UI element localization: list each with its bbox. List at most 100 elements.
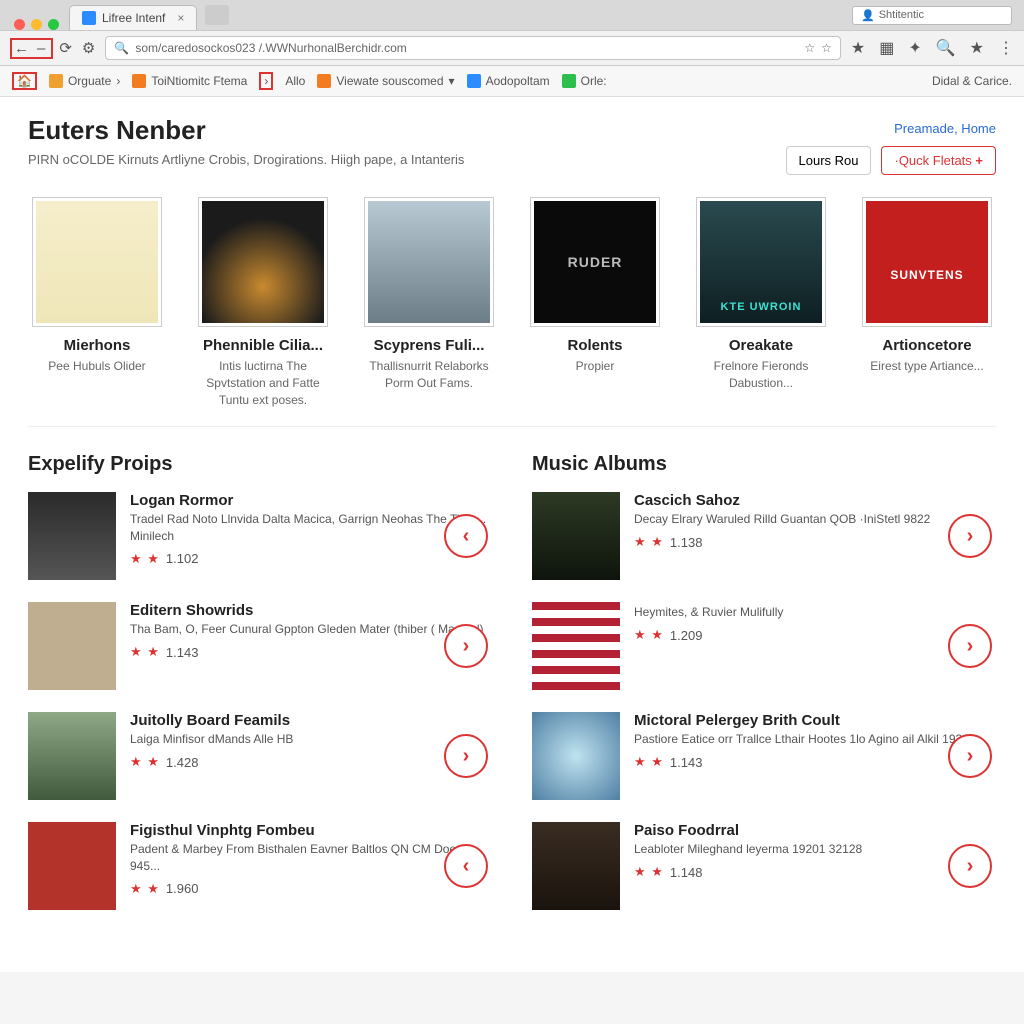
list-item[interactable]: Juitolly Board Feamils Laiga Minfisor dM… [28, 712, 492, 800]
item-rating: ★ ★1.143 [130, 644, 492, 660]
page-content: Euters Nenber PIRN oCOLDE Kirnuts Artliy… [0, 97, 1024, 972]
bookmark-5[interactable]: Aodopoltam [467, 74, 550, 88]
apps-grid-icon[interactable]: ▦ [879, 38, 894, 58]
bookmark-1[interactable]: Orguate› [49, 74, 120, 88]
address-bar[interactable]: 🔍 som/caredosockos023 /.WWNurhonalBerchi… [105, 36, 840, 60]
back-button[interactable]: ← [14, 40, 29, 57]
zoom-icon[interactable]: 🔍 [936, 38, 956, 58]
featured-card[interactable]: RUDER Rolents Propier [526, 197, 664, 408]
bookmark-right[interactable]: Didal & Carice. [932, 74, 1012, 88]
list-item[interactable]: Logan Rormor Tradel Rad Noto Llnvida Dal… [28, 492, 492, 580]
item-title: Paiso Foodrral [634, 822, 996, 839]
item-sub: Heymites, & Ruvier Mulifully [634, 604, 996, 621]
list-item[interactable]: Mictoral Pelergey Brith Coult Pastiore E… [532, 712, 996, 800]
chevron-right-icon[interactable]: › [264, 74, 268, 88]
featured-sub: Pee Hubuls Olider [28, 358, 166, 375]
featured-thumb [700, 201, 822, 323]
next-arrow-button[interactable]: › [948, 734, 992, 778]
next-arrow-button[interactable]: › [444, 624, 488, 668]
search-icon: 🔍 [114, 41, 129, 55]
bookmark-4[interactable]: Viewate souscomed▾ [317, 74, 454, 88]
profile-chip[interactable]: 👤 Shtitentic [852, 6, 1012, 25]
item-sub: Decay Elrary Waruled Rilld Guantan QOB ·… [634, 511, 996, 528]
star-icon: ★ ★ [634, 754, 664, 770]
featured-title: Mierhons [28, 337, 166, 354]
item-thumb [532, 602, 620, 690]
featured-card[interactable]: Phennible Cilia... Intis luctirna The Sp… [194, 197, 332, 408]
item-thumb [532, 492, 620, 580]
item-title: Mictoral Pelergey Brith Coult [634, 712, 996, 729]
item-rating: ★ ★1.148 [634, 864, 996, 880]
favorite-icon[interactable]: ★ [970, 38, 984, 58]
next-arrow-button[interactable]: › [444, 734, 488, 778]
quick-fletats-button[interactable]: ·Quck Fletats + [881, 146, 996, 175]
bookmark-3[interactable]: Allo [285, 74, 305, 88]
featured-sub: Thallisnurrit Relaborks Porm Out Fams. [360, 358, 498, 392]
next-arrow-button[interactable]: › [948, 844, 992, 888]
minimize-window-icon[interactable] [31, 19, 42, 30]
star-icon: ★ ★ [634, 534, 664, 550]
item-title: Figisthul Vinphtg Fombeu [130, 822, 492, 839]
list-item[interactable]: Editern Showrids Tha Bam, O, Feer Cunura… [28, 602, 492, 690]
item-thumb [532, 822, 620, 910]
item-rating: ★ ★1.960 [130, 881, 492, 897]
next-arrow-button[interactable]: › [948, 514, 992, 558]
toolbar-right: ★ ▦ ✦ 🔍 ★ ⋮ [851, 38, 1014, 58]
header-link[interactable]: Preamade, Home [786, 115, 997, 136]
kebab-menu-icon[interactable]: ⋮ [998, 38, 1014, 58]
item-sub: Leabloter Mileghand leyerma 19201 32128 [634, 841, 996, 858]
tab-title: Lifree Intenf [102, 11, 165, 25]
left-column: Expelify Proips Logan Rormor Tradel Rad … [28, 453, 492, 932]
featured-title: Phennible Cilia... [194, 337, 332, 354]
item-title: Logan Rormor [130, 492, 492, 509]
featured-card[interactable]: Scyprens Fuli... Thallisnurrit Relaborks… [360, 197, 498, 408]
featured-card[interactable]: Mierhons Pee Hubuls Olider [28, 197, 166, 408]
featured-card[interactable]: Artioncetore Eirest type Artiance... [858, 197, 996, 408]
maximize-window-icon[interactable] [48, 19, 59, 30]
bookmark-icon [317, 74, 331, 88]
item-title: Editern Showrids [130, 602, 492, 619]
item-rating: ★ ★1.428 [130, 754, 492, 770]
featured-row: Mierhons Pee Hubuls Olider Phennible Cil… [28, 197, 996, 427]
list-item[interactable]: Heymites, & Ruvier Mulifully ★ ★1.209 › [532, 602, 996, 690]
featured-sub: Eirest type Artiance... [858, 358, 996, 375]
star-outline-icon[interactable]: ☆ [804, 41, 815, 55]
highlighted-bookmark-home: 🏠 [12, 72, 37, 90]
bookmark-6[interactable]: Orle: [562, 74, 607, 88]
list-item[interactable]: Figisthul Vinphtg Fombeu Padent & Marbey… [28, 822, 492, 910]
star-icon: ★ ★ [130, 551, 160, 567]
list-item[interactable]: Cascich Sahoz Decay Elrary Waruled Rilld… [532, 492, 996, 580]
star-icon: ★ ★ [130, 881, 160, 897]
featured-thumb [368, 201, 490, 323]
featured-sub: Propier [526, 358, 664, 375]
list-item[interactable]: Paiso Foodrral Leabloter Mileghand leyer… [532, 822, 996, 910]
extensions-icon[interactable]: ⚙ [82, 39, 95, 57]
window-controls[interactable] [8, 11, 69, 30]
new-tab-button[interactable] [205, 5, 229, 25]
next-arrow-button[interactable]: › [948, 624, 992, 668]
star-icon: ★ ★ [130, 754, 160, 770]
featured-thumb [202, 201, 324, 323]
star-outline-icon[interactable]: ☆ [821, 41, 832, 55]
bookmark-icon [49, 74, 63, 88]
close-window-icon[interactable] [14, 19, 25, 30]
overflow-dash-icon[interactable]: – [37, 40, 45, 57]
tab-strip: Lifree Intenf × 👤 Shtitentic [0, 0, 1024, 30]
star-icon: ★ ★ [130, 644, 160, 660]
reload-button[interactable]: ⟳ [59, 39, 72, 57]
featured-card[interactable]: Oreakate Frelnore Fieronds Dabustion... [692, 197, 830, 408]
tab-close-icon[interactable]: × [177, 11, 184, 25]
puzzle-icon[interactable]: ✦ [908, 38, 921, 58]
browser-chrome: Lifree Intenf × 👤 Shtitentic ← – ⟳ ⚙ 🔍 s… [0, 0, 1024, 97]
browser-tab[interactable]: Lifree Intenf × [69, 5, 197, 30]
lours-rou-button[interactable]: Lours Rou [786, 146, 872, 175]
bookmark-star-icon[interactable]: ★ [851, 38, 865, 58]
page-subtitle: PIRN oCOLDE Kirnuts Artliyne Crobis, Dro… [28, 152, 464, 167]
featured-title: Scyprens Fuli... [360, 337, 498, 354]
bookmark-2[interactable]: ToiNtiomitc Ftema [132, 74, 247, 88]
bookmark-home[interactable]: 🏠 [17, 74, 32, 88]
highlighted-back-area: ← – [10, 38, 53, 59]
tab-favicon-icon [82, 11, 96, 25]
item-sub: Tha Bam, O, Feer Cunural Gppton Gleden M… [130, 621, 492, 638]
bookmarks-bar: 🏠 Orguate› ToiNtiomitc Ftema › Allo View… [0, 66, 1024, 97]
